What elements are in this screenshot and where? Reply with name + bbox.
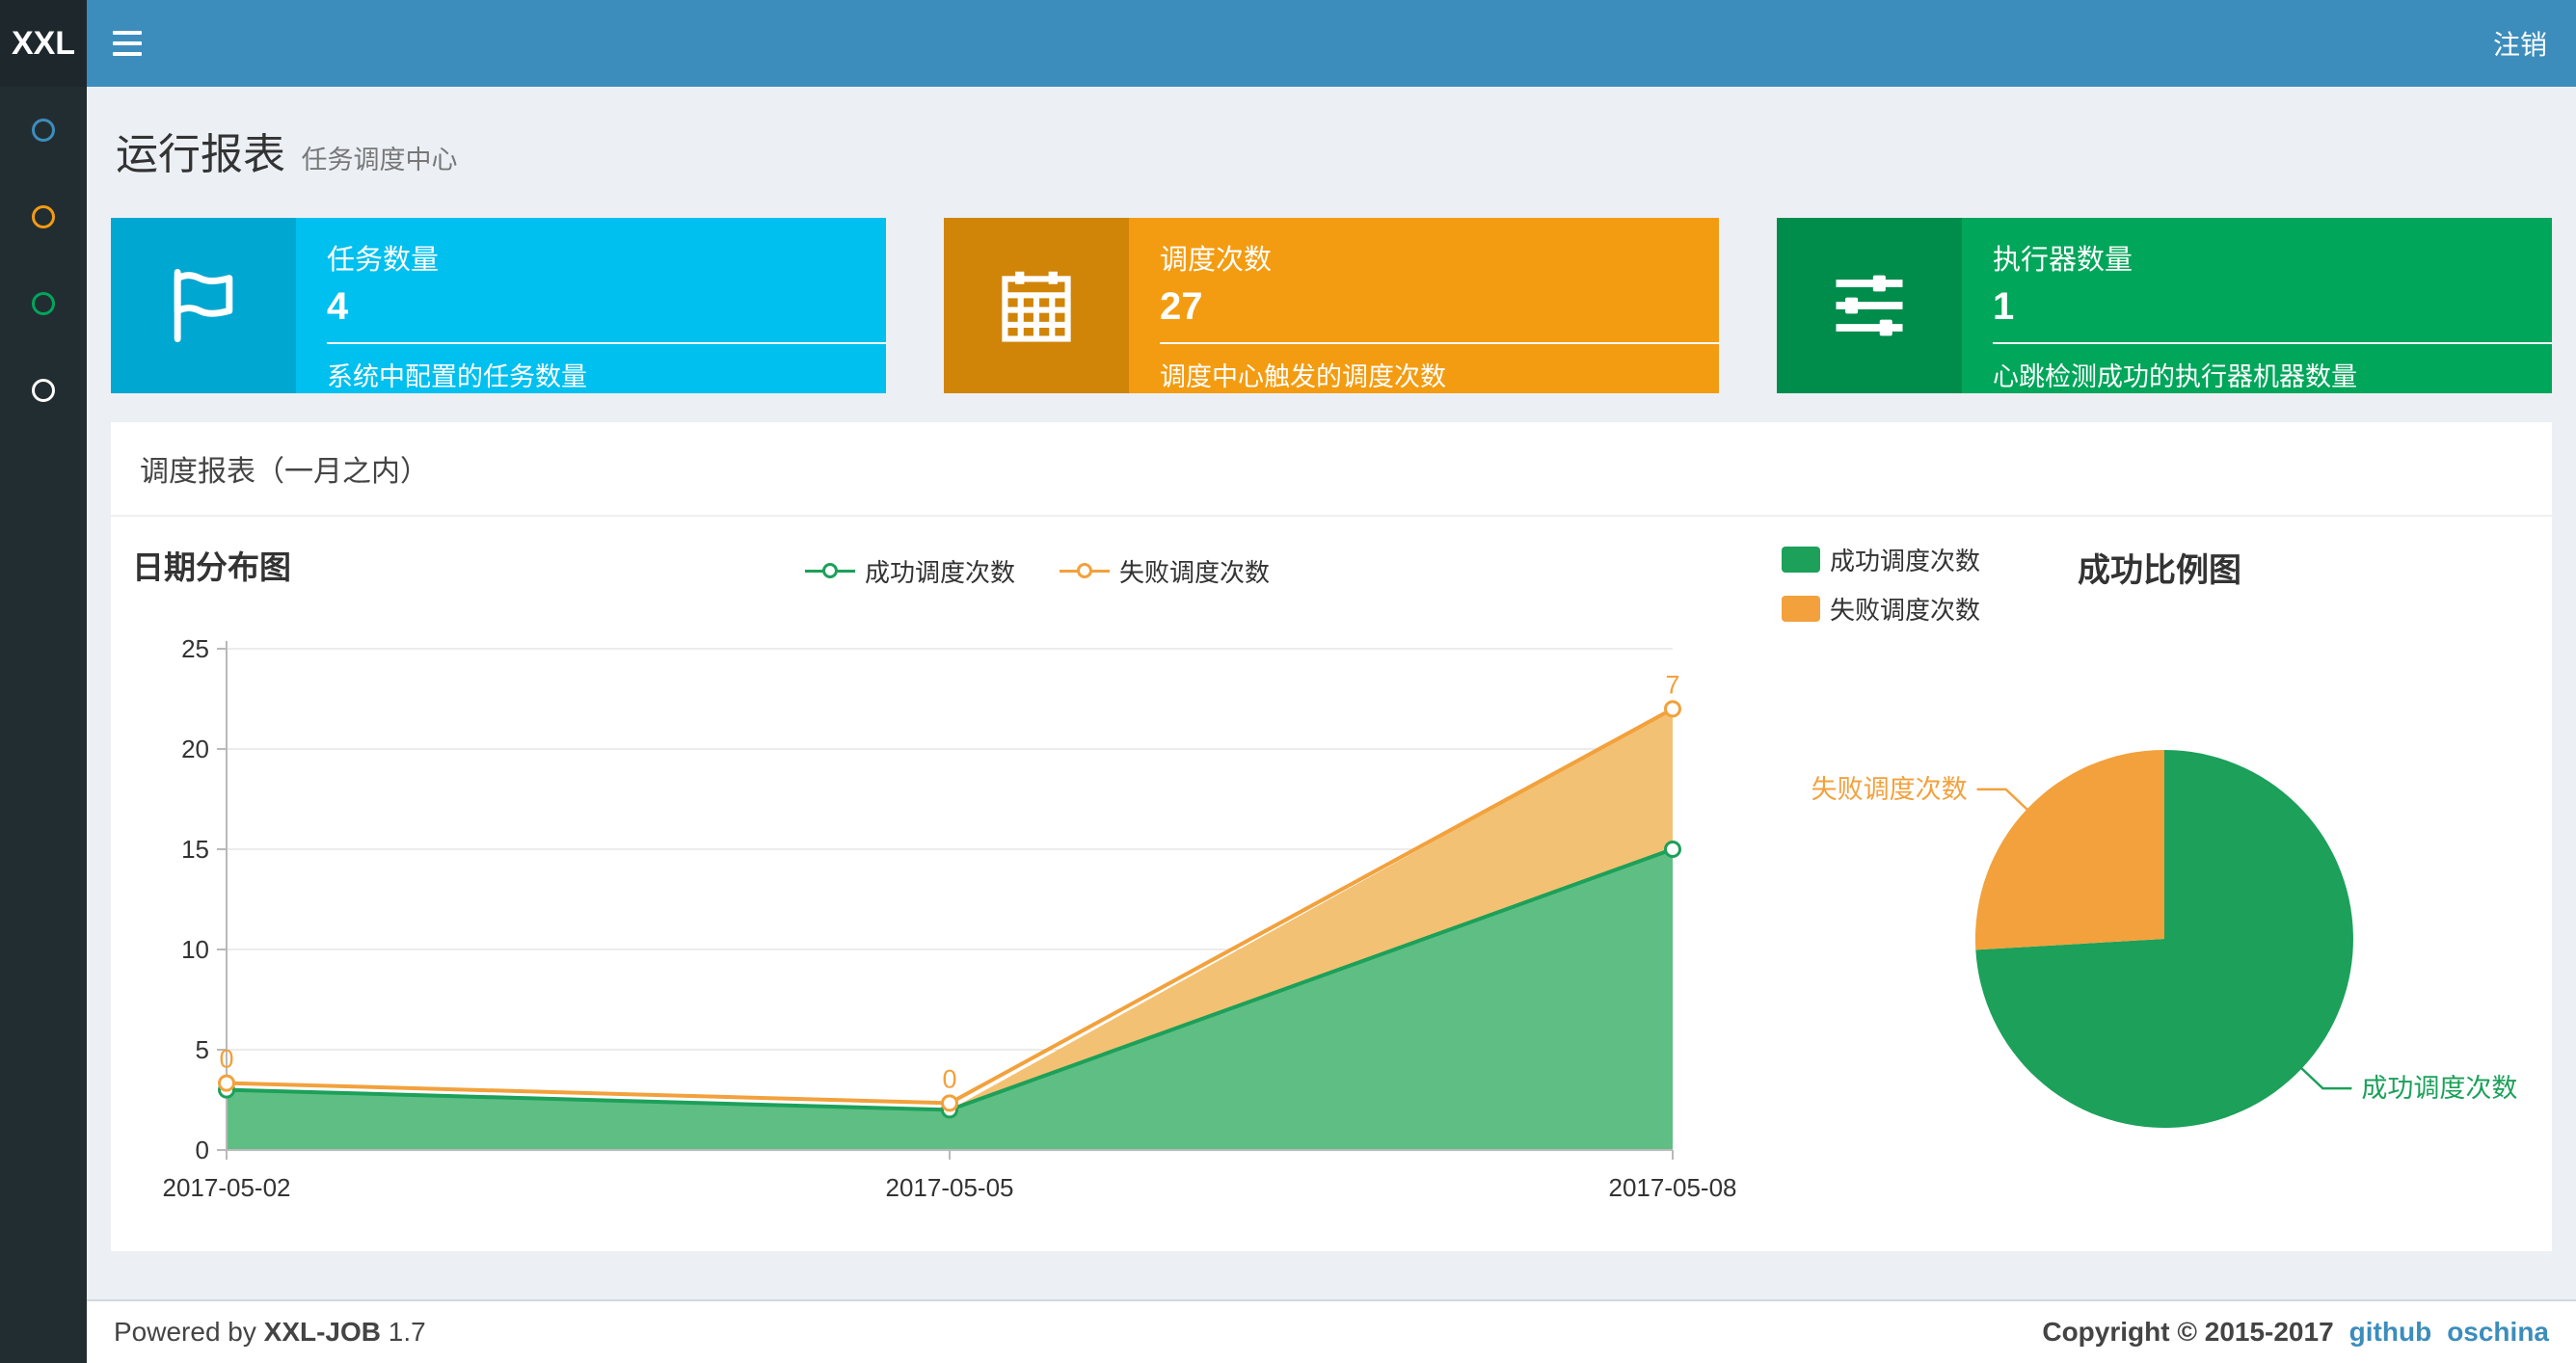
- sidebar-item-executor-manage[interactable]: [0, 347, 87, 434]
- svg-text:0: 0: [942, 1064, 956, 1093]
- panel-body: 日期分布图 成功调度次数 失败调度次数 0 5 10 15 20 25 2017-05-02…: [111, 517, 2552, 1251]
- powered-by: Powered by XXL-JOB 1.7: [114, 1317, 426, 1347]
- sidebar: [0, 87, 87, 1363]
- svg-text:2017-05-02: 2017-05-02: [163, 1173, 291, 1202]
- sidebar-item-job-manage[interactable]: [0, 174, 87, 260]
- app-logo[interactable]: XXL: [0, 0, 87, 87]
- page-subtitle: 任务调度中心: [301, 146, 458, 174]
- line-chart[interactable]: 05101520252017-05-02 2017-05-05 2017-05-08…: [125, 625, 1764, 1226]
- top-navbar: XXL 注销: [0, 0, 2576, 87]
- stat-box-executors: 执行器数量 1 心跳检测成功的执行器机器数量: [1777, 218, 2552, 393]
- circle-icon: [32, 379, 55, 402]
- page-title: 运行报表: [116, 131, 285, 178]
- svg-text:5: 5: [196, 1035, 209, 1064]
- svg-text:0: 0: [196, 1136, 209, 1164]
- pie-chart-legend: 成功调度次数 失败调度次数: [1782, 542, 1980, 627]
- divider: [327, 342, 886, 344]
- line-chart-legend: 成功调度次数 失败调度次数: [805, 553, 1270, 589]
- stat-value: 4: [327, 285, 349, 328]
- circle-icon: [32, 292, 55, 315]
- legend-item-fail[interactable]: 失败调度次数: [1060, 553, 1270, 589]
- svg-text:失败调度次数: 失败调度次数: [1811, 775, 1968, 804]
- legend-label: 成功调度次数: [1830, 547, 1981, 575]
- panel-title: 调度报表（一月之内）: [111, 422, 2552, 517]
- circle-icon: [32, 205, 55, 228]
- flag-icon: [111, 218, 296, 393]
- legend-label: 成功调度次数: [865, 558, 1016, 587]
- svg-text:成功调度次数: 成功调度次数: [2361, 1074, 2517, 1103]
- legend-swatch-icon: [1782, 547, 1820, 573]
- page-header: 运行报表 任务调度中心: [116, 120, 2552, 181]
- legend-label: 失败调度次数: [1119, 558, 1271, 587]
- legend-item-fail[interactable]: 失败调度次数: [1782, 591, 1980, 627]
- pie-chart-title: 成功比例图: [2078, 552, 2241, 589]
- stats-row: 任务数量 4 系统中配置的任务数量 调度次数 27 调度中心触发的调度次数 执行…: [111, 218, 2552, 393]
- line-chart-title: 日期分布图: [132, 549, 291, 585]
- legend-swatch-icon: [1782, 596, 1820, 622]
- stat-desc: 心跳检测成功的执行器机器数量: [1993, 362, 2357, 391]
- footer: Powered by XXL-JOB 1.7 Copyright © 2015-…: [87, 1299, 2576, 1363]
- calendar-icon: [944, 218, 1129, 393]
- report-panel: 调度报表（一月之内） 日期分布图 成功调度次数 失败调度次数 0 5 10 15 20 2…: [111, 422, 2552, 1251]
- stat-box-triggers: 调度次数 27 调度中心触发的调度次数: [944, 218, 1719, 393]
- github-link[interactable]: github: [2349, 1317, 2432, 1348]
- legend-item-success[interactable]: 成功调度次数: [805, 553, 1015, 589]
- legend-item-success[interactable]: 成功调度次数: [1782, 542, 1980, 577]
- svg-text:7: 7: [1665, 670, 1679, 699]
- divider: [1993, 342, 2552, 344]
- sidebar-item-dashboard[interactable]: [0, 87, 87, 174]
- stat-value: 1: [1993, 285, 2015, 328]
- sliders-icon: [1777, 218, 1962, 393]
- stat-value: 27: [1160, 285, 1203, 328]
- pie-chart[interactable]: 成功调度次数 失败调度次数: [1784, 630, 2555, 1170]
- svg-text:2017-05-05: 2017-05-05: [886, 1173, 1014, 1202]
- stat-title: 调度次数: [1160, 245, 1273, 276]
- logout-link[interactable]: 注销: [2464, 0, 2576, 87]
- hamburger-icon: [113, 31, 142, 35]
- oschina-link[interactable]: oschina: [2447, 1317, 2549, 1348]
- footer-right: Copyright © 2015-2017 github oschina: [2042, 1317, 2549, 1348]
- divider: [1160, 342, 1719, 344]
- app-name: XXL-JOB: [263, 1317, 381, 1347]
- svg-text:10: 10: [181, 935, 209, 964]
- sidebar-item-job-log[interactable]: [0, 260, 87, 347]
- line-marker-icon: [805, 562, 855, 581]
- copyright: Copyright © 2015-2017: [2042, 1317, 2334, 1347]
- stat-desc: 系统中配置的任务数量: [327, 362, 587, 391]
- stat-desc: 调度中心触发的调度次数: [1160, 362, 1446, 391]
- line-marker-icon: [1060, 562, 1111, 581]
- main-content: 运行报表 任务调度中心 任务数量 4 系统中配置的任务数量 调度次数 27 调度…: [87, 87, 2576, 1299]
- svg-text:20: 20: [181, 735, 209, 763]
- stat-title: 执行器数量: [1993, 245, 2133, 276]
- svg-text:0: 0: [219, 1045, 233, 1074]
- circle-icon: [32, 119, 55, 142]
- svg-text:25: 25: [181, 634, 209, 663]
- sidebar-toggle-button[interactable]: [87, 0, 168, 87]
- svg-text:15: 15: [181, 835, 209, 864]
- stat-box-jobs: 任务数量 4 系统中配置的任务数量: [111, 218, 886, 393]
- legend-label: 失败调度次数: [1830, 596, 1981, 625]
- svg-text:2017-05-08: 2017-05-08: [1609, 1173, 1737, 1202]
- stat-title: 任务数量: [327, 245, 440, 276]
